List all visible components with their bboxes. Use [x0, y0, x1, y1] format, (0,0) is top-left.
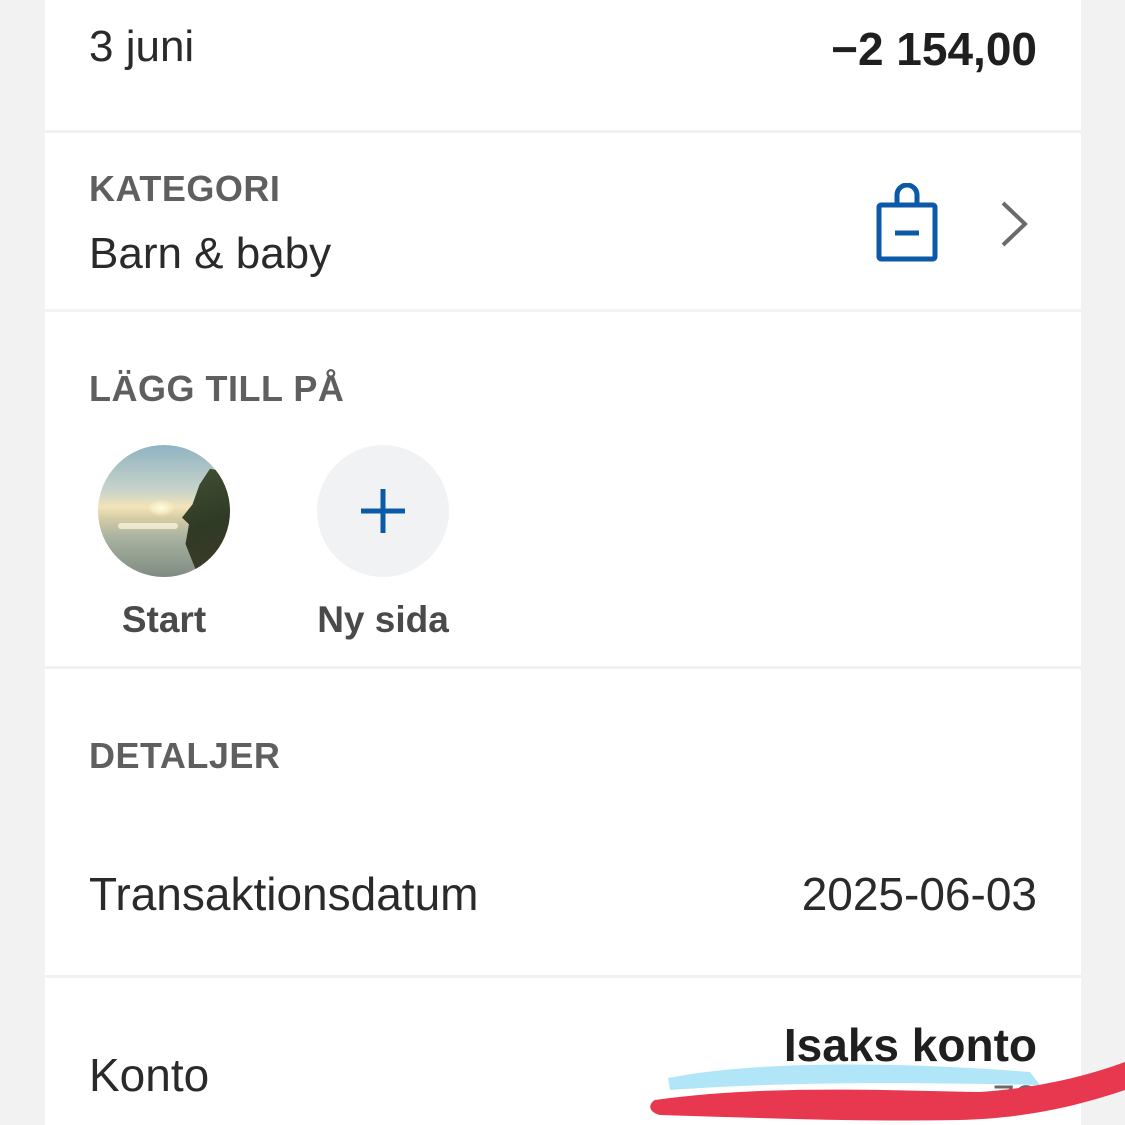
transaction-date: 3 juni [89, 22, 195, 71]
page-start-caption: Start [121, 599, 207, 640]
category-value: Barn & baby [89, 229, 332, 278]
transaction-date-value: 2025-06-03 [801, 868, 1037, 920]
sun-shape [148, 500, 174, 516]
account-name: Isaks konto [783, 1019, 1037, 1071]
new-page-button[interactable] [317, 445, 449, 577]
category-row[interactable]: KATEGORI Barn & baby [45, 133, 1081, 309]
cliff-shape [182, 458, 230, 577]
account-label: Konto [89, 1049, 210, 1101]
account-row: Konto Isaks konto …,72 [45, 978, 1081, 1125]
transaction-date-label: Transaktionsdatum [89, 868, 479, 920]
shopping-bag-icon [876, 183, 938, 262]
page-start[interactable]: Start [98, 445, 230, 641]
add-to-page-section: LÄGG TILL PÅ Start Ny sida [45, 312, 1081, 666]
add-to-page-label: LÄGG TILL PÅ [89, 368, 345, 409]
details-label: DETALJER [89, 735, 281, 776]
page-new-caption: Ny sida [317, 599, 449, 640]
page-new[interactable]: Ny sida [317, 445, 449, 641]
transaction-amount: −2 154,00 [831, 23, 1037, 75]
details-section: DETALJER Transaktionsdatum 2025-06-03 [45, 669, 1081, 975]
chevron-right-icon[interactable] [997, 199, 1031, 249]
account-balance: …,72 [941, 1078, 1037, 1122]
transaction-header: 3 juni −2 154,00 [45, 0, 1081, 130]
landscape-photo[interactable] [98, 445, 230, 577]
plus-icon [361, 489, 405, 533]
water-reflection [118, 523, 178, 529]
category-label: KATEGORI [89, 168, 281, 209]
